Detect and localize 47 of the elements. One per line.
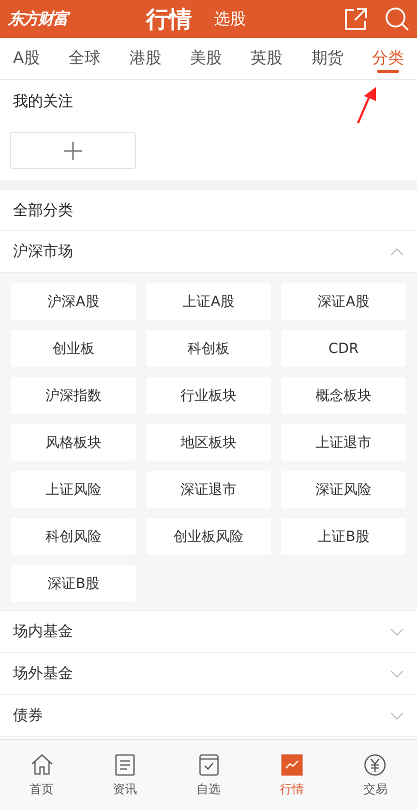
stock-picker-tab[interactable]: 选股 [214, 8, 246, 30]
market-tab[interactable]: 期货 [310, 38, 344, 79]
market-tab[interactable]: 分类 [370, 38, 405, 79]
category-button[interactable]: 科创板 [146, 330, 271, 367]
category-button[interactable]: 上证A股 [146, 283, 271, 320]
category-button[interactable]: 沪深A股 [11, 283, 136, 320]
category-button[interactable]: 创业板风险 [146, 518, 271, 555]
market-tab[interactable]: 英股 [250, 38, 284, 79]
category-button[interactable]: 深证退市 [146, 471, 271, 508]
market-tab[interactable]: 港股 [128, 38, 162, 79]
nav-item[interactable]: 首页 [0, 740, 84, 810]
chevron-down-icon [390, 712, 404, 720]
nav-item[interactable]: 交易 [334, 740, 417, 810]
category-button[interactable]: 地区板块 [146, 424, 271, 461]
category-button[interactable]: 创业板 [11, 330, 136, 367]
category-button[interactable]: 科创风险 [11, 518, 136, 555]
chevron-up-icon [390, 248, 404, 256]
chart-icon [278, 752, 305, 778]
page-title[interactable]: 行情 [146, 4, 192, 34]
nav-item[interactable]: 行情 [250, 740, 334, 810]
category-button[interactable]: 深证A股 [281, 283, 406, 320]
category-button[interactable]: 沪深指数 [11, 377, 136, 414]
nav-item[interactable]: 自选 [166, 740, 250, 810]
category-button[interactable]: 风格板块 [11, 424, 136, 461]
section-title: 全部分类 [13, 200, 73, 220]
search-icon[interactable] [385, 7, 409, 31]
category-button[interactable]: 深证风险 [281, 471, 406, 508]
nav-item[interactable]: 资讯 [83, 740, 167, 810]
category-button[interactable]: 上证退市 [281, 424, 406, 461]
yuan-coin-icon [362, 752, 388, 778]
chevron-down-icon [390, 670, 404, 678]
market-tab[interactable]: 全球 [68, 38, 102, 79]
category-button[interactable]: CDR [281, 330, 406, 367]
section-title: 我的关注 [13, 92, 73, 110]
market-tab[interactable]: 美股 [188, 38, 223, 79]
category-header[interactable]: 债券 [0, 695, 417, 737]
chevron-down-icon [390, 628, 404, 636]
plus-icon [64, 142, 82, 160]
annotation-arrow [356, 86, 378, 124]
category-button[interactable]: 概念板块 [281, 377, 406, 414]
category-button[interactable]: 行业板块 [146, 377, 271, 414]
category-button[interactable]: 深证B股 [11, 565, 136, 602]
category-button[interactable]: 上证风险 [11, 471, 136, 508]
market-tab[interactable]: A股 [12, 38, 41, 79]
category-button[interactable]: 上证B股 [281, 518, 406, 555]
app-logo: 东方财富 [8, 8, 68, 30]
share-icon[interactable] [345, 8, 367, 30]
